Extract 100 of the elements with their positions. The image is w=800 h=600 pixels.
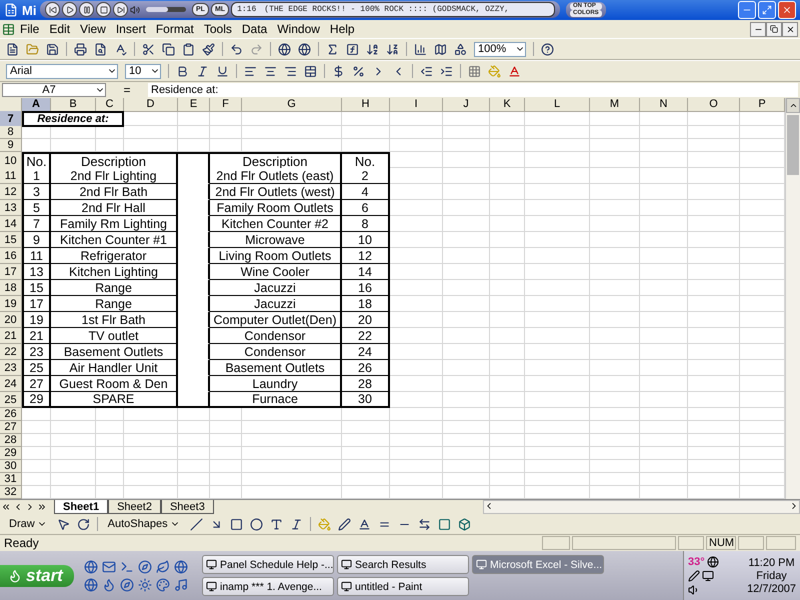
autoshapes-button[interactable]: AutoShapes bbox=[104, 516, 183, 532]
menu-item[interactable]: Edit bbox=[44, 22, 76, 36]
row-header[interactable]: 18 bbox=[0, 280, 22, 296]
line-icon[interactable] bbox=[190, 518, 203, 530]
speaker-icon[interactable] bbox=[688, 584, 700, 596]
menu-item[interactable]: Help bbox=[324, 22, 360, 36]
row-header[interactable]: 23 bbox=[0, 360, 22, 376]
font-color-icon[interactable] bbox=[508, 64, 521, 78]
zoom-field[interactable]: 100% bbox=[474, 42, 526, 56]
formula-field[interactable]: Residence at: bbox=[148, 83, 798, 97]
taskbar-window-button[interactable]: inamp *** 1. Avenge... bbox=[202, 577, 334, 596]
row-header[interactable]: 31 bbox=[0, 473, 22, 486]
help-icon[interactable] bbox=[541, 42, 554, 56]
window-icon[interactable] bbox=[206, 559, 217, 570]
column-header[interactable]: A bbox=[22, 98, 51, 112]
play-icon[interactable] bbox=[66, 6, 74, 14]
column-header[interactable]: H bbox=[342, 98, 390, 112]
maximize-icon[interactable] bbox=[762, 5, 772, 15]
workbook-icon[interactable] bbox=[2, 22, 15, 36]
align-center-icon[interactable] bbox=[264, 64, 277, 78]
palette-icon[interactable] bbox=[156, 578, 170, 592]
row-header[interactable]: 29 bbox=[0, 447, 22, 460]
monitor-icon[interactable] bbox=[702, 570, 714, 582]
function-icon[interactable] bbox=[346, 42, 359, 56]
play-button[interactable] bbox=[62, 2, 77, 17]
column-header[interactable]: P bbox=[740, 98, 785, 112]
row-header[interactable]: 30 bbox=[0, 460, 22, 473]
scroll-up-icon[interactable] bbox=[788, 101, 798, 110]
terminal-icon[interactable] bbox=[120, 560, 134, 574]
column-header[interactable]: E bbox=[178, 98, 210, 112]
column-header[interactable]: L bbox=[525, 98, 590, 112]
scroll-thumb[interactable] bbox=[787, 115, 799, 175]
printer-icon[interactable] bbox=[74, 42, 87, 56]
oval-icon[interactable] bbox=[250, 518, 263, 530]
window-icon[interactable] bbox=[206, 581, 217, 592]
next-button[interactable] bbox=[113, 2, 128, 17]
first-sheet-icon[interactable] bbox=[1, 502, 11, 512]
sun-icon[interactable] bbox=[138, 578, 152, 592]
taskbar-window-button[interactable]: Microsoft Excel - Silve... bbox=[472, 555, 604, 574]
window-icon[interactable] bbox=[341, 581, 352, 592]
row-header[interactable]: 8 bbox=[0, 126, 22, 139]
column-header[interactable]: G bbox=[242, 98, 342, 112]
previous-button[interactable] bbox=[45, 2, 60, 17]
maximize-button[interactable] bbox=[758, 1, 776, 19]
print-preview-icon[interactable] bbox=[94, 42, 107, 56]
menu-item[interactable]: Tools bbox=[198, 22, 237, 36]
globe-icon[interactable] bbox=[706, 556, 719, 568]
close-icon[interactable] bbox=[786, 24, 794, 34]
row-header[interactable]: 25 bbox=[0, 392, 22, 408]
globe-icon[interactable] bbox=[298, 42, 311, 56]
sort-descending-icon[interactable] bbox=[386, 42, 399, 56]
shapes-icon[interactable] bbox=[454, 42, 467, 56]
column-header[interactable]: C bbox=[96, 98, 124, 112]
row-header[interactable]: 14 bbox=[0, 216, 22, 232]
new-file-icon[interactable] bbox=[6, 42, 19, 56]
row-header[interactable]: 9 bbox=[0, 139, 22, 152]
row-header[interactable]: 26 bbox=[0, 408, 22, 421]
row-header[interactable]: 15 bbox=[0, 232, 22, 248]
text-box-icon[interactable] bbox=[270, 518, 283, 530]
bold-icon[interactable] bbox=[176, 64, 189, 78]
window-icon[interactable] bbox=[341, 559, 352, 570]
restore-icon[interactable] bbox=[770, 25, 778, 33]
merge-cells-icon[interactable] bbox=[304, 64, 317, 78]
outdent-icon[interactable] bbox=[420, 64, 433, 78]
volume-slider[interactable] bbox=[146, 7, 186, 12]
copy-icon[interactable] bbox=[162, 42, 175, 56]
row-header[interactable]: 11 bbox=[0, 168, 22, 184]
pen-icon[interactable] bbox=[688, 570, 700, 582]
menu-item[interactable]: Format bbox=[150, 22, 199, 36]
menu-item[interactable]: View bbox=[75, 22, 111, 36]
close-button[interactable] bbox=[782, 22, 798, 36]
globe-icon[interactable] bbox=[278, 42, 291, 56]
flame-icon[interactable] bbox=[102, 578, 116, 592]
row-header[interactable]: 12 bbox=[0, 184, 22, 200]
row-header[interactable]: 13 bbox=[0, 200, 22, 216]
scroll-up-button[interactable] bbox=[786, 98, 800, 113]
column-header[interactable]: K bbox=[490, 98, 525, 112]
taskbar-window-button[interactable]: untitled - Paint bbox=[337, 577, 469, 596]
column-header[interactable]: F bbox=[210, 98, 242, 112]
horizontal-scrollbar[interactable] bbox=[483, 500, 800, 514]
row-header[interactable]: 32 bbox=[0, 486, 22, 499]
column-header[interactable]: J bbox=[443, 98, 490, 112]
bar-chart-icon[interactable] bbox=[414, 42, 427, 56]
column-header[interactable]: N bbox=[640, 98, 688, 112]
restore-button[interactable] bbox=[766, 22, 782, 36]
cube-icon[interactable] bbox=[458, 518, 471, 530]
row-header[interactable]: 28 bbox=[0, 434, 22, 447]
row-header[interactable]: 17 bbox=[0, 264, 22, 280]
sheet-tab[interactable]: Sheet3 bbox=[160, 500, 214, 514]
previous-icon[interactable] bbox=[48, 6, 56, 14]
vertical-scrollbar[interactable] bbox=[785, 98, 800, 499]
borders-icon[interactable] bbox=[468, 64, 481, 78]
map-icon[interactable] bbox=[434, 42, 447, 56]
line-color-icon[interactable] bbox=[338, 518, 351, 530]
row-header[interactable]: 22 bbox=[0, 344, 22, 360]
music-icon[interactable] bbox=[174, 578, 188, 592]
save-icon[interactable] bbox=[46, 42, 59, 56]
minimize-button[interactable] bbox=[750, 22, 766, 36]
menu-item[interactable]: Insert bbox=[110, 22, 151, 36]
taskbar-window-button[interactable]: Search Results bbox=[337, 555, 469, 574]
